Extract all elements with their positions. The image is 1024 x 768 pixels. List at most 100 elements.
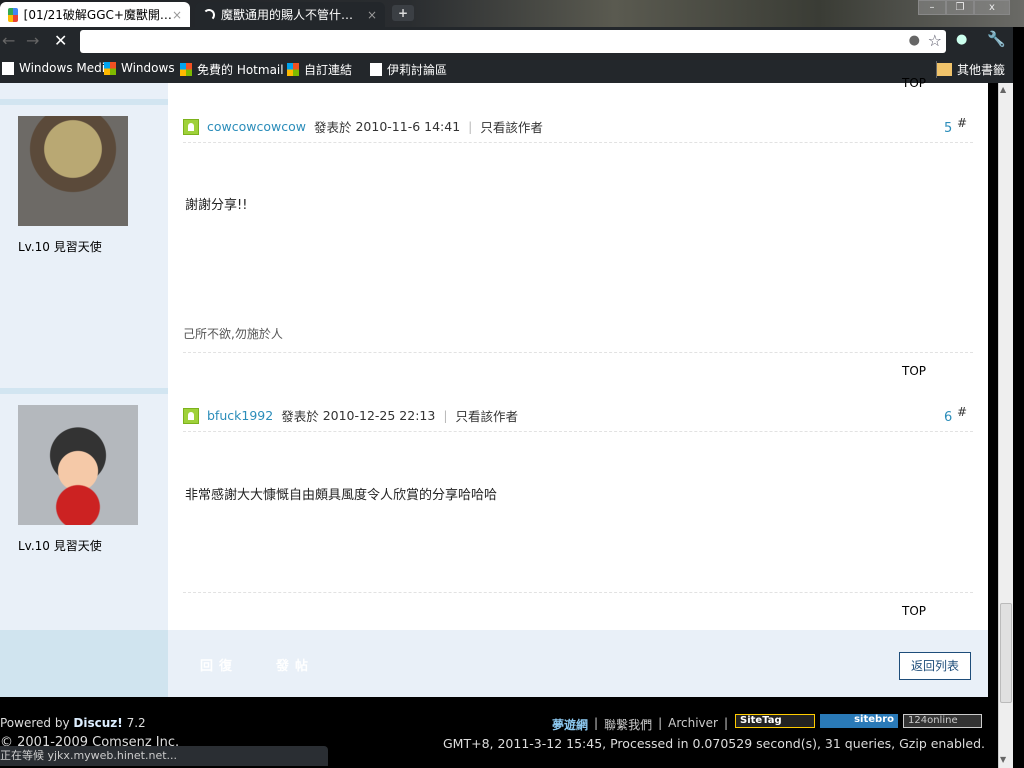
floor-hash: # — [957, 116, 968, 130]
site-name-link[interactable]: 夢遊網 — [552, 716, 588, 733]
124online-badge[interactable]: 124online — [903, 714, 982, 728]
signature: 己所不欲,勿施於人 — [183, 327, 283, 341]
top-link[interactable]: TOP — [902, 76, 926, 90]
only-author-link[interactable]: 只看該作者 — [456, 406, 519, 425]
post-area — [168, 83, 988, 630]
star-icon[interactable]: ☆ — [928, 31, 942, 50]
lightbulb-icon[interactable]: ● — [909, 33, 920, 48]
bookmark-label: 自訂連結 — [304, 63, 353, 77]
tab-2[interactable]: 魔獸通用的賜人不管什… × — [195, 2, 385, 27]
scrollbar-thumb[interactable] — [1000, 603, 1012, 703]
windows-logo-icon — [104, 61, 116, 75]
separator: | — [723, 716, 729, 730]
contact-link[interactable]: 聯繫我們 — [604, 716, 652, 733]
close-window-button[interactable]: x — [974, 0, 1010, 15]
separator: | — [658, 716, 663, 730]
bookmark-label: 伊莉討論區 — [387, 63, 448, 77]
bookmark-custom-links[interactable]: 自訂連結 — [287, 61, 352, 78]
posted-label: 發表於 — [281, 409, 319, 424]
version: 7.2 — [126, 716, 146, 730]
floor-number[interactable]: 5 — [944, 121, 952, 136]
stop-icon[interactable]: ✕ — [54, 31, 67, 50]
bookmarks-bar: Windows Media Windows 免費的 Hotmail 自訂連結 伊… — [0, 55, 1013, 83]
powered-by-label: Powered by — [0, 716, 70, 730]
floor-hash: # — [957, 405, 968, 419]
divider — [183, 431, 973, 432]
bookmark-hotmail[interactable]: 免費的 Hotmail — [180, 61, 284, 78]
sitetag-badge[interactable]: SiteTag — [735, 714, 815, 728]
post-date: 2010-11-6 14:41 — [355, 119, 461, 134]
windows-logo-icon — [180, 63, 192, 76]
tab-title: [01/21破解GGC+魔獸開… — [23, 8, 172, 22]
bookmark-label: 免費的 Hotmail — [197, 63, 284, 77]
close-tab-icon[interactable]: × — [172, 8, 182, 22]
avatar[interactable] — [18, 116, 128, 226]
minimize-button[interactable]: – — [918, 0, 946, 15]
new-post-button[interactable]: 發帖 — [276, 655, 314, 674]
close-tab-icon[interactable]: × — [367, 8, 377, 22]
windows-logo-icon — [287, 63, 299, 76]
wrench-icon[interactable]: 🔧 — [987, 30, 1006, 48]
user-icon — [183, 407, 199, 424]
other-bookmarks[interactable]: 其他書籤 — [936, 61, 1005, 78]
post-header: bfuck1992 發表於 2010-12-25 22:13 | 只看該作者 — [183, 406, 518, 425]
tab-strip: [01/21破解GGC+魔獸開… × 魔獸通用的賜人不管什… × + – ❐ x — [0, 0, 1024, 27]
divider — [183, 592, 973, 593]
tab-title: 魔獸通用的賜人不管什… — [221, 8, 354, 22]
discuz-link[interactable]: Discuz! — [73, 716, 122, 730]
folder-icon — [937, 63, 952, 76]
post-header: cowcowcowcow 發表於 2010-11-6 14:41 | 只看該作者 — [183, 117, 543, 136]
top-link[interactable]: TOP — [902, 364, 926, 378]
top-link[interactable]: TOP — [902, 604, 926, 618]
page-icon — [370, 63, 382, 76]
page-edge — [988, 83, 998, 697]
footer-links: 夢遊網 | 聯繫我們 | Archiver | — [552, 716, 728, 733]
scroll-down-icon[interactable]: ▼ — [1000, 755, 1006, 764]
divider — [0, 99, 168, 105]
separator: | — [443, 408, 448, 423]
action-bar-side — [0, 630, 168, 697]
new-tab-button[interactable]: + — [392, 5, 414, 21]
avatar[interactable] — [18, 405, 138, 525]
post-content: 謝謝分享!! — [185, 198, 248, 213]
processing-stats: GMT+8, 2011-3-12 15:45, Processed in 0.0… — [443, 736, 986, 751]
page-icon — [2, 61, 14, 75]
tab-1[interactable]: [01/21破解GGC+魔獸開… × — [0, 2, 190, 27]
bookmark-eyny[interactable]: 伊莉討論區 — [370, 61, 447, 78]
bookmark-label: 其他書籤 — [957, 63, 1006, 77]
restore-button[interactable]: ❐ — [946, 0, 974, 15]
google-favicon-icon — [8, 7, 18, 22]
bookmark-windows-media[interactable]: Windows Media — [2, 61, 112, 75]
vertical-scrollbar[interactable]: ▲ ▼ — [998, 83, 1013, 768]
post-content: 非常感謝大大慷慨自由頗具風度令人欣賞的分享哈哈哈 — [185, 488, 498, 503]
only-author-link[interactable]: 只看該作者 — [480, 117, 543, 136]
back-to-list-button[interactable]: 返回列表 — [899, 652, 971, 680]
powered-by: Powered by Discuz! 7.2 — [0, 716, 146, 730]
archiver-link[interactable]: Archiver — [668, 716, 718, 733]
browser-toolbar: ← → ✕ ● ☆ ● 🔧 — [0, 27, 1013, 55]
author-link[interactable]: bfuck1992 — [207, 408, 273, 423]
posted-label: 發表於 — [313, 120, 352, 135]
divider — [183, 142, 973, 143]
divider — [0, 388, 168, 394]
divider — [183, 352, 973, 353]
post-date: 2010-12-25 22:13 — [322, 408, 436, 423]
separator: | — [468, 119, 473, 134]
loading-spinner-icon — [203, 8, 215, 21]
scroll-up-icon[interactable]: ▲ — [1000, 85, 1006, 94]
user-level: Lv.10 見習天使 — [18, 539, 102, 553]
status-bar: 正在等候 yjkx.myweb.hinet.net... — [0, 746, 328, 766]
floor-number[interactable]: 6 — [944, 410, 952, 425]
bookmark-label: Windows Media — [19, 61, 113, 75]
user-icon — [183, 118, 199, 135]
author-link[interactable]: cowcowcowcow — [207, 119, 306, 134]
forward-icon[interactable]: → — [26, 31, 39, 50]
extension-icon[interactable]: ● — [956, 32, 967, 47]
bookmark-windows[interactable]: Windows — [104, 61, 175, 75]
bookmark-label: Windows — [121, 61, 175, 75]
back-icon[interactable]: ← — [2, 31, 15, 50]
reply-button[interactable]: 回復 — [200, 655, 238, 674]
separator: | — [594, 716, 599, 730]
address-bar[interactable]: ● ☆ — [80, 30, 946, 53]
sitebro-badge[interactable]: sitebro — [820, 714, 898, 728]
